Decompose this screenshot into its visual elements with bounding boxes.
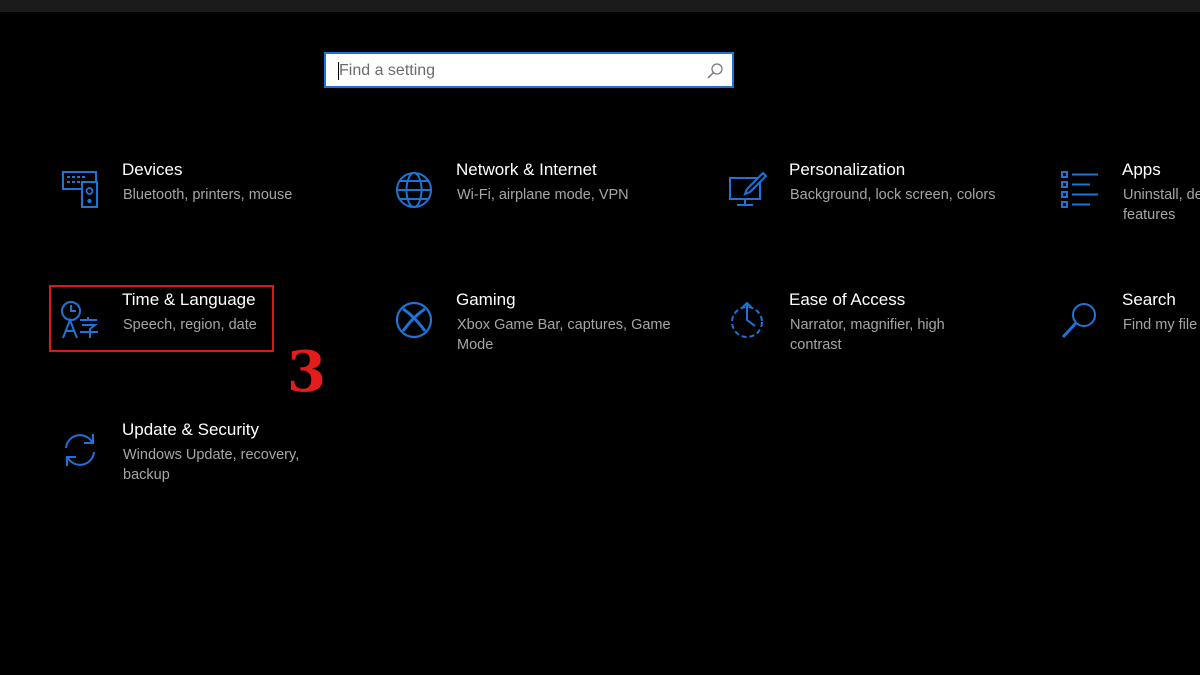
tile-search[interactable]: Search Find my file: [1060, 290, 1200, 380]
tile-description: Background, lock screen, colors: [790, 187, 996, 203]
ease-of-access-icon: [731, 301, 763, 338]
sync-arrows-icon: [65, 434, 95, 466]
tile-description: Bluetooth, printers, mouse: [123, 187, 293, 203]
tile-apps[interactable]: Apps Uninstall, de features: [1060, 160, 1200, 250]
tile-devices[interactable]: Devices Bluetooth, printers, mouse: [60, 160, 350, 250]
tile-network-internet[interactable]: Network & Internet Wi-Fi, airplane mode,…: [394, 160, 684, 250]
tile-update-security[interactable]: Update & Security Windows Update, recove…: [60, 420, 350, 510]
search-magnifier-icon: [1061, 303, 1096, 339]
tile-title: Ease of Access: [789, 290, 906, 309]
tile-title: Gaming: [456, 290, 516, 309]
step-number-annotation: 3: [287, 339, 326, 405]
search-input[interactable]: Find a setting: [324, 52, 734, 88]
devices-icon: [62, 171, 98, 208]
tile-title: Apps: [1122, 160, 1161, 179]
tile-description: Xbox Game Bar, captures, Game Mode: [457, 317, 671, 353]
personalization-icon: [729, 171, 767, 206]
xbox-icon: [395, 301, 433, 339]
highlight-box: [49, 285, 274, 352]
search-placeholder: Find a setting: [339, 62, 436, 79]
tile-title: Network & Internet: [456, 160, 597, 179]
tile-personalization[interactable]: Personalization Background, lock screen,…: [727, 160, 1027, 250]
tile-title: Personalization: [789, 160, 906, 179]
apps-list-icon: [1061, 171, 1098, 208]
tile-title: Devices: [122, 160, 183, 179]
tile-description: Windows Update, recovery, backup: [123, 447, 300, 483]
tile-description: Wi-Fi, airplane mode, VPN: [457, 187, 629, 203]
title-bar: [0, 0, 1200, 12]
tile-description: Narrator, magnifier, high contrast: [790, 317, 945, 353]
tile-title: Search: [1122, 290, 1176, 309]
tile-ease-of-access[interactable]: Ease of Access Narrator, magnifier, high…: [727, 290, 1027, 380]
tile-description: Uninstall, de features: [1123, 187, 1200, 223]
tile-title: Update & Security: [122, 420, 260, 439]
globe-icon: [396, 172, 432, 208]
search-icon[interactable]: [706, 62, 724, 80]
tile-gaming[interactable]: Gaming Xbox Game Bar, captures, Game Mode: [394, 290, 684, 380]
tile-description: Find my file: [1123, 317, 1198, 333]
